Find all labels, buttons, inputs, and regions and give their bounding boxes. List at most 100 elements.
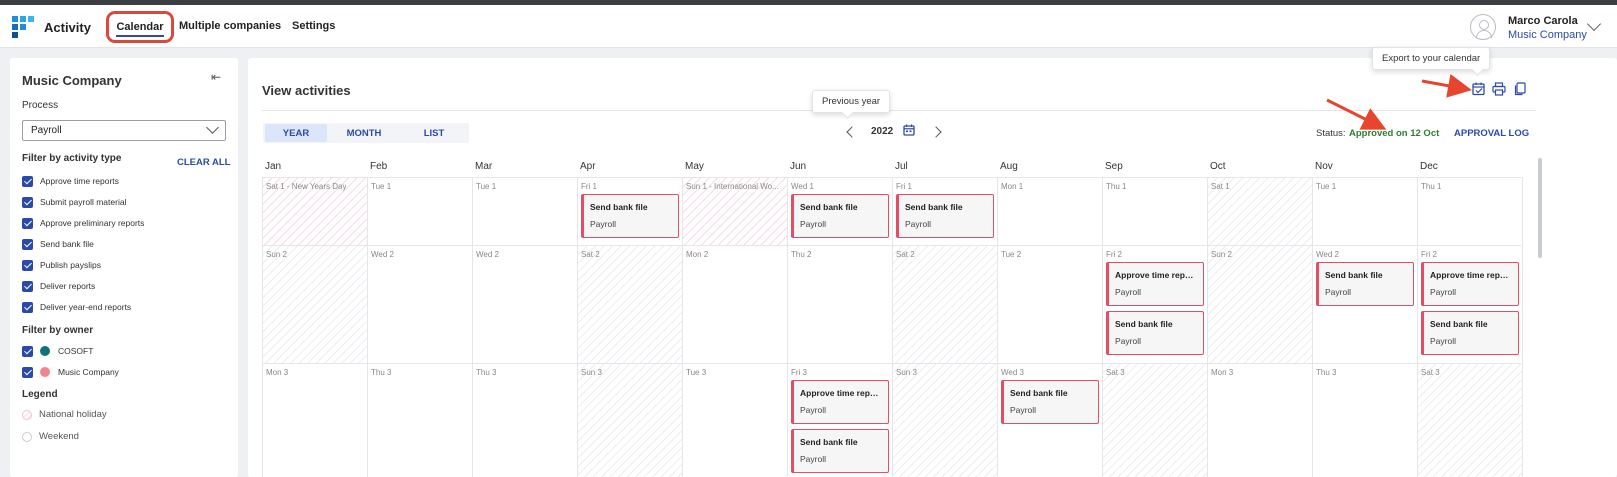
activity-event-card[interactable]: Send bank file Payroll [1316, 262, 1414, 306]
day-cell[interactable]: Thu 1 [1103, 178, 1207, 245]
activity-filter-label: Deliver reports [40, 281, 96, 291]
activity-event-card[interactable]: Send bank file Payroll [791, 194, 889, 238]
activity-event-card[interactable]: Approve time repo... Payroll [1421, 262, 1519, 306]
day-label: Mon 1 [1001, 182, 1024, 191]
activity-event-card[interactable]: Send bank file Payroll [1106, 311, 1204, 355]
day-cell[interactable]: Tue 1 [1313, 178, 1417, 245]
owner-filter-item[interactable]: Music Company [22, 365, 119, 379]
day-cell[interactable]: Sun 3 [578, 364, 682, 477]
top-navigation-bar: Activity Calendar Multiple companies Set… [0, 5, 1617, 48]
year-calendar-grid: Jan Feb Mar Apr May Jun Jul Aug Sep Oct Nov Dec Sat … [262, 157, 1523, 477]
view-switcher: YEAR MONTH LIST [263, 123, 469, 143]
event-process: Payroll [905, 219, 931, 229]
day-cell[interactable]: Thu 2 [788, 246, 892, 363]
day-cell[interactable]: Sat 3 [1103, 364, 1207, 477]
scrollbar-thumb[interactable] [1538, 158, 1542, 258]
day-cell[interactable]: Sat 2 [578, 246, 682, 363]
activity-event-card[interactable]: Approve time repo... Payroll [791, 380, 889, 424]
print-icon[interactable] [1492, 82, 1506, 96]
process-select[interactable]: Payroll [22, 120, 226, 141]
copy-icon[interactable] [1513, 82, 1527, 96]
checkbox-checked-icon[interactable] [22, 345, 33, 357]
collapse-sidebar-icon[interactable]: ⇤ [211, 70, 221, 84]
event-title: Send bank file [1325, 270, 1383, 280]
tab-calendar[interactable]: Calendar [106, 11, 174, 43]
day-cell[interactable]: Sat 2 [893, 246, 997, 363]
checkbox-checked-icon[interactable] [22, 301, 33, 313]
day-cell[interactable]: Mon 1 [998, 178, 1102, 245]
day-cell[interactable]: Mon 3 [1208, 364, 1312, 477]
month-header: May [685, 161, 704, 172]
activity-filter-item[interactable]: Approve time reports [22, 174, 119, 188]
day-cell[interactable]: Mon 2 [683, 246, 787, 363]
calendar-picker-icon[interactable] [903, 124, 915, 136]
owner-color-dot [40, 367, 50, 377]
view-year-button[interactable]: YEAR [265, 124, 327, 142]
activity-event-card[interactable]: Approve time repo... Payroll [1106, 262, 1204, 306]
user-company[interactable]: Music Company [1508, 29, 1587, 41]
day-cell[interactable]: Sat 3 [1418, 364, 1522, 477]
checkbox-checked-icon[interactable] [22, 217, 33, 229]
day-label: Fri 1 [896, 182, 912, 191]
day-label: Fri 1 [581, 182, 597, 191]
chevron-down-icon[interactable] [1586, 16, 1602, 32]
month-header: Dec [1420, 161, 1438, 172]
day-cell[interactable]: Thu 3 [1313, 364, 1417, 477]
view-month-button[interactable]: MONTH [333, 123, 395, 143]
tab-settings[interactable]: Settings [292, 20, 335, 32]
view-list-button[interactable]: LIST [403, 123, 465, 143]
day-cell[interactable]: Tue 1 [368, 178, 472, 245]
activity-event-card[interactable]: Send bank file Payroll [791, 429, 889, 473]
activity-event-card[interactable]: Send bank file Payroll [896, 194, 994, 238]
checkbox-checked-icon[interactable] [22, 366, 33, 378]
activity-filter-item[interactable]: Approve preliminary reports [22, 216, 144, 230]
checkbox-checked-icon[interactable] [22, 175, 33, 187]
checkbox-checked-icon[interactable] [22, 196, 33, 208]
clear-all-button[interactable]: CLEAR ALL [177, 157, 230, 168]
activity-filter-item[interactable]: Send bank file [22, 237, 94, 251]
year-label: 2022 [871, 126, 894, 137]
activity-filter-item[interactable]: Submit payroll material [22, 195, 126, 209]
activity-filter-item[interactable]: Deliver year-end reports [22, 300, 131, 314]
previous-year-chevron-icon[interactable] [846, 126, 858, 138]
day-cell[interactable]: Tue 3 [683, 364, 787, 477]
event-process: Payroll [1115, 287, 1141, 297]
day-cell[interactable]: Sun 2 [263, 246, 367, 363]
activity-event-card[interactable]: Send bank file Payroll [1001, 380, 1099, 424]
event-process: Payroll [1115, 336, 1141, 346]
event-title: Send bank file [800, 202, 858, 212]
day-cell[interactable]: Sun 3 [893, 364, 997, 477]
checkbox-checked-icon[interactable] [22, 238, 33, 250]
day-label: Tue 2 [1001, 250, 1022, 259]
status-label: Status: [1316, 128, 1346, 139]
activity-event-card[interactable]: Send bank file Payroll [581, 194, 679, 238]
owner-filter-item[interactable]: COSOFT [22, 344, 93, 358]
export-calendar-icon[interactable] [1472, 82, 1486, 96]
day-cell[interactable]: Sat 1 - New Years Day [263, 178, 367, 245]
day-label: Wed 2 [1316, 250, 1339, 259]
activity-filter-item[interactable]: Publish payslips [22, 258, 101, 272]
next-year-chevron-icon[interactable] [930, 126, 942, 138]
tab-multiple-companies[interactable]: Multiple companies [179, 20, 281, 32]
user-name[interactable]: Marco Carola [1508, 15, 1578, 27]
day-cell[interactable]: Wed 2 [368, 246, 472, 363]
day-cell[interactable]: Mon 3 [263, 364, 367, 477]
checkbox-checked-icon[interactable] [22, 259, 33, 271]
day-cell[interactable]: Wed 2 [473, 246, 577, 363]
day-cell[interactable]: Thu 3 [368, 364, 472, 477]
checkbox-checked-icon[interactable] [22, 280, 33, 292]
day-cell[interactable]: Sun 1 - International Wo... [683, 178, 787, 245]
approval-log-link[interactable]: APPROVAL LOG [1454, 128, 1529, 139]
day-cell[interactable]: Sun 2 [1208, 246, 1312, 363]
day-cell[interactable]: Thu 3 [473, 364, 577, 477]
day-label: Wed 3 [1001, 368, 1024, 377]
day-label: Sun 3 [581, 368, 602, 377]
activity-event-card[interactable]: Send bank file Payroll [1421, 311, 1519, 355]
day-cell[interactable]: Tue 1 [473, 178, 577, 245]
user-avatar-icon[interactable] [1470, 14, 1496, 40]
legend-title: Legend [22, 389, 58, 400]
day-cell[interactable]: Tue 2 [998, 246, 1102, 363]
day-cell[interactable]: Sat 1 [1208, 178, 1312, 245]
day-cell[interactable]: Thu 1 [1418, 178, 1522, 245]
activity-filter-item[interactable]: Deliver reports [22, 279, 95, 293]
